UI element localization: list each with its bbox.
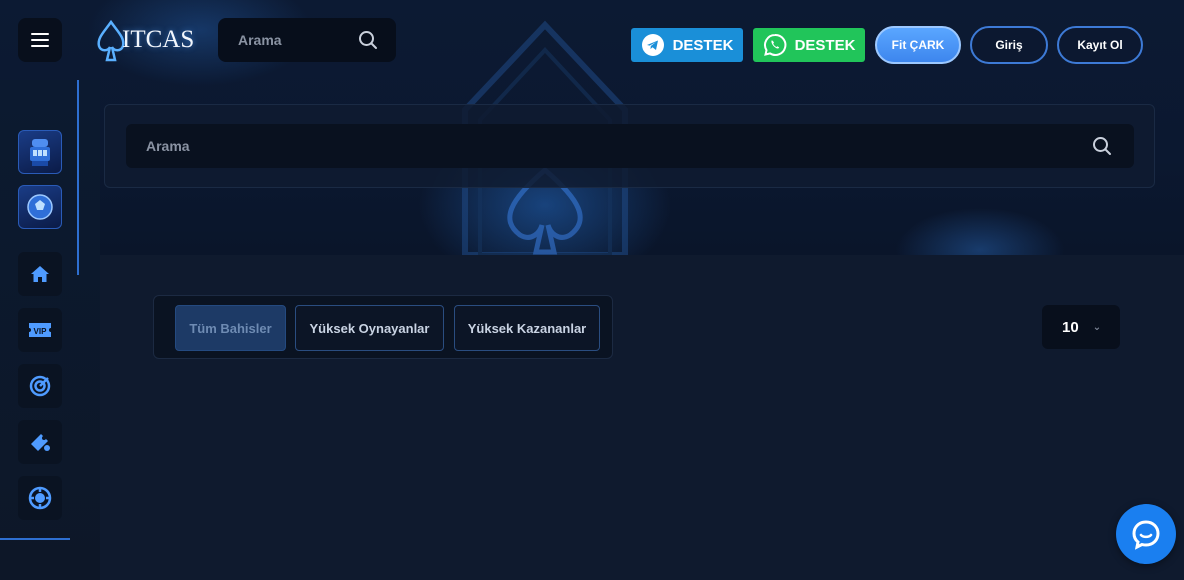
login-button[interactable]: Giriş	[970, 26, 1048, 64]
whatsapp-support-button[interactable]: DESTEK	[753, 28, 865, 62]
sidebar-item-chips[interactable]	[18, 476, 62, 520]
tab-all-bets[interactable]: Tüm Bahisler	[175, 305, 286, 351]
fit-wheel-button[interactable]: Fit ÇARK	[875, 26, 961, 64]
register-button[interactable]: Kayıt Ol	[1057, 26, 1143, 64]
main-search-placeholder: Arama	[146, 138, 190, 154]
chevron-down-icon: ⌄	[1092, 321, 1102, 333]
live-chat-button[interactable]	[1116, 504, 1176, 564]
whatsapp-icon	[763, 33, 786, 56]
search-icon[interactable]	[1092, 136, 1112, 156]
login-label: Giriş	[995, 38, 1023, 52]
main-search-input[interactable]: Arama	[126, 124, 1134, 168]
telegram-support-label: DESTEK	[672, 36, 734, 54]
register-label: Kayıt Ol	[1077, 38, 1123, 52]
home-icon	[31, 266, 49, 282]
page-size-select[interactable]: 10 ⌄	[1042, 305, 1120, 349]
search-icon[interactable]	[358, 30, 378, 50]
logo-text: ITCAS	[122, 26, 195, 53]
sidebar-divider	[77, 80, 79, 275]
hamburger-icon	[31, 33, 49, 35]
sidebar-bottom-divider	[0, 538, 70, 540]
svg-text:VIP: VIP	[34, 327, 48, 336]
telegram-support-button[interactable]: DESTEK	[631, 28, 743, 62]
whatsapp-support-label: DESTEK	[794, 36, 856, 54]
header-search-placeholder: Arama	[238, 32, 282, 48]
tab-big-winners[interactable]: Yüksek Kazananlar	[454, 305, 600, 351]
sidebar-item-home[interactable]	[18, 252, 62, 296]
casino-thumbnail-icon	[30, 139, 50, 166]
fit-wheel-label: Fit ÇARK	[891, 38, 945, 52]
promotion-icon	[31, 434, 50, 451]
sidebar-item-target[interactable]	[18, 364, 62, 408]
page-size-value: 10	[1062, 318, 1079, 336]
menu-toggle-button[interactable]	[18, 18, 62, 62]
header-search-input[interactable]: Arama	[218, 18, 396, 62]
sidebar-item-casino[interactable]	[18, 130, 62, 174]
sports-thumbnail-icon	[27, 194, 53, 220]
chip-icon	[28, 486, 52, 510]
vip-icon: VIP	[29, 323, 51, 337]
sidebar-item-sports[interactable]	[18, 185, 62, 229]
sidebar-item-vip[interactable]: VIP	[18, 308, 62, 352]
telegram-icon	[641, 34, 664, 56]
site-logo[interactable]: ITCAS	[96, 16, 194, 64]
sidebar-item-promotions[interactable]	[18, 420, 62, 464]
target-icon	[29, 375, 51, 397]
chat-icon	[1132, 520, 1160, 550]
tab-high-rollers[interactable]: Yüksek Oynayanlar	[295, 305, 444, 351]
